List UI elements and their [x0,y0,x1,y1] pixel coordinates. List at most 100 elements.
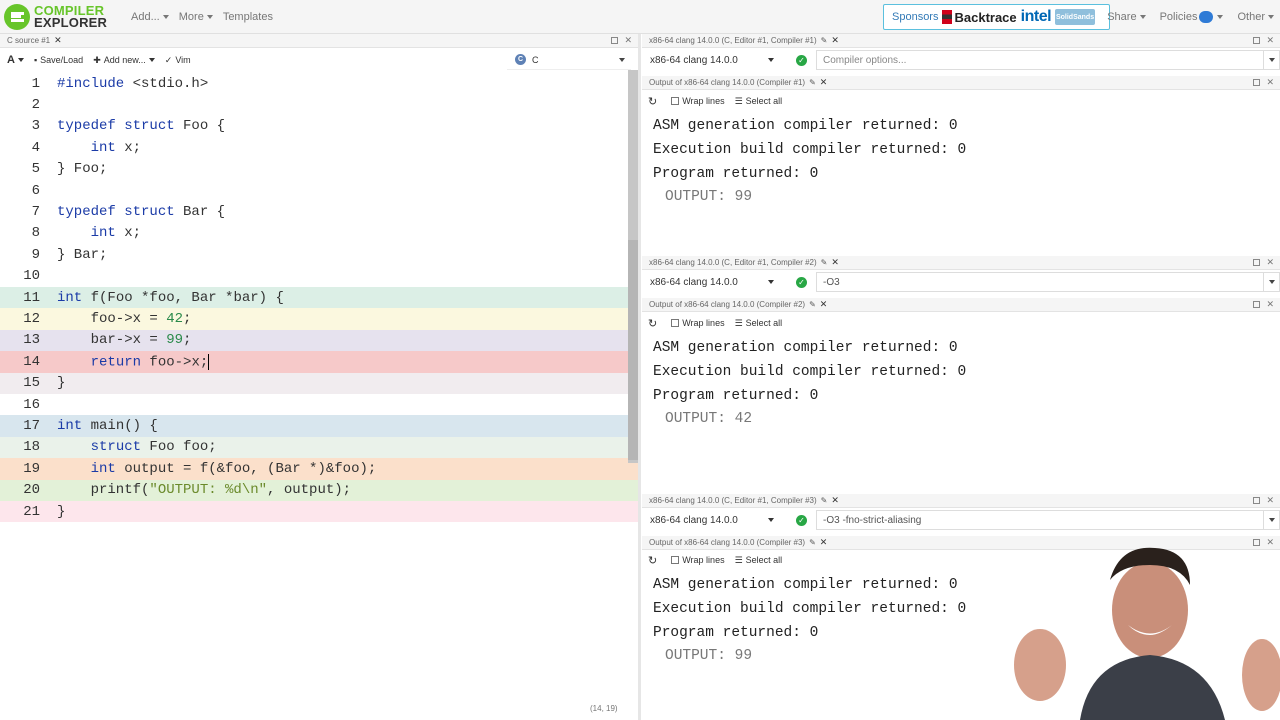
solidsands-logo[interactable]: SolidSands [1055,9,1096,25]
close-icon[interactable]: ✕ [54,35,62,46]
chevron-down-icon [768,58,774,62]
compiler-explorer-logo[interactable]: COMPILER EXPLORER [4,2,122,32]
chevron-down-icon[interactable] [1263,273,1279,291]
compiler-select[interactable]: x86-64 clang 14.0.0 [642,51,782,69]
close-icon[interactable]: ✕ [831,495,839,506]
menu-templates[interactable]: Templates [223,11,273,23]
select-all-icon: ☰ [734,317,743,328]
compiler-options-input[interactable]: Compiler options... [816,50,1280,70]
compiler-options-input[interactable]: -O3 [816,272,1280,292]
output-line: Execution build compiler returned: 0 [653,601,967,617]
edit-icon[interactable]: ✎ [809,78,816,87]
cursor-position: (14, 19) [590,704,618,713]
menu-policies[interactable]: Policies [1160,11,1224,23]
tab-compiler-2[interactable]: x86-64 clang 14.0.0 (C, Editor #1, Compi… [649,257,839,268]
close-icon[interactable]: ✕ [624,35,632,46]
output-line: Execution build compiler returned: 0 [653,364,967,380]
close-icon[interactable]: ✕ [1266,257,1274,268]
close-icon[interactable]: ✕ [1266,77,1274,88]
close-icon[interactable]: ✕ [1266,299,1274,310]
code-line: 16 [23,396,40,413]
program-output: OUTPUT: 99 [665,189,753,205]
sponsors-box[interactable]: Sponsors Backtrace intel SolidSands [883,4,1110,30]
c-language-icon: C [515,54,526,65]
font-size-button[interactable]: A [7,54,24,66]
refresh-icon[interactable]: ↻ [648,95,657,108]
close-icon[interactable]: ✕ [820,299,828,310]
chevron-down-icon [148,58,155,62]
intel-logo[interactable]: intel [1021,8,1052,26]
code-line: 8 int x; [31,225,142,242]
backtrace-icon [942,10,953,24]
close-icon[interactable]: ✕ [1266,35,1274,46]
wrap-lines-checkbox[interactable]: Wrap lines [671,96,725,106]
language-select[interactable]: C C [507,50,631,70]
close-icon[interactable]: ✕ [1266,495,1274,506]
save-icon: ▪ [33,55,38,65]
refresh-icon[interactable]: ↻ [648,317,657,330]
menu-add[interactable]: Add... [131,11,169,23]
code-line: 13 bar->x = 99; [0,329,638,352]
notification-badge-icon [1199,11,1214,23]
tab-output-3[interactable]: Output of x86-64 clang 14.0.0 (Compiler … [649,537,827,548]
compiler-select[interactable]: x86-64 clang 14.0.0 [642,273,782,291]
output-line: Program returned: 0 [653,625,819,641]
vim-toggle[interactable]: ✓ Vim [165,55,191,66]
tab-compiler-3[interactable]: x86-64 clang 14.0.0 (C, Editor #1, Compi… [649,495,839,506]
pane-divider[interactable] [638,34,641,720]
menu-more[interactable]: More [179,11,213,23]
wrap-lines-checkbox[interactable]: Wrap lines [671,555,725,565]
code-line: 3 typedef struct Foo { [31,118,226,135]
code-line: 10 [23,268,40,285]
chevron-down-icon [17,58,24,62]
add-new-button[interactable]: ✚ Add new... [93,55,155,66]
edit-icon[interactable]: ✎ [821,258,828,267]
edit-icon[interactable]: ✎ [821,496,828,505]
backtrace-logo[interactable]: Backtrace [942,10,1017,25]
select-all-button[interactable]: ☰ Select all [735,96,783,107]
select-all-icon: ☰ [734,554,743,565]
tab-output-2[interactable]: Output of x86-64 clang 14.0.0 (Compiler … [649,299,827,310]
save-load-button[interactable]: ▪ Save/Load [34,55,83,65]
output-text: ASM generation compiler returned: 0 Exec… [653,114,966,208]
text-cursor [208,353,210,370]
edit-icon[interactable]: ✎ [809,538,816,547]
tab-compiler-1[interactable]: x86-64 clang 14.0.0 (C, Editor #1, Compi… [649,35,839,46]
tab-c-source[interactable]: C source #1 ✕ [7,35,62,46]
maximize-icon[interactable] [1253,37,1261,44]
menu-share[interactable]: Share [1107,11,1146,23]
check-circle-icon: ✓ [796,514,807,526]
editor-scroll-thumb[interactable] [628,240,638,460]
refresh-icon[interactable]: ↻ [648,554,657,567]
maximize-icon[interactable] [1253,259,1261,266]
maximize-icon[interactable] [1253,497,1261,504]
maximize-icon[interactable] [611,37,619,44]
chevron-down-icon [1217,15,1224,19]
chevron-down-icon [619,58,625,62]
code-editor[interactable]: 1 #include <stdio.h> 2 3 typedef struct Fo… [0,73,638,703]
select-all-button[interactable]: ☰ Select all [735,318,783,329]
close-icon[interactable]: ✕ [820,77,828,88]
compiler-select[interactable]: x86-64 clang 14.0.0 [642,511,782,529]
code-line: 5} Foo; [31,161,108,178]
wrap-lines-checkbox[interactable]: Wrap lines [671,318,725,328]
output-tab-bar: Output of x86-64 clang 14.0.0 (Compiler … [642,76,1280,90]
close-icon[interactable]: ✕ [820,537,828,548]
compiler-bar: x86-64 clang 14.0.0 ✓ Compiler options..… [642,49,1280,71]
code-line: 2 [31,97,40,114]
plus-icon: ✚ [93,54,101,65]
tab-output-1[interactable]: Output of x86-64 clang 14.0.0 (Compiler … [649,77,827,88]
compiler-bar: x86-64 clang 14.0.0 ✓ -O3 -fno-strict-al… [642,509,1280,531]
maximize-icon[interactable] [1253,301,1261,308]
chevron-down-icon[interactable] [1263,51,1279,69]
edit-icon[interactable]: ✎ [821,36,828,45]
menu-other[interactable]: Other [1237,11,1274,23]
code-line: 20 printf("OUTPUT: %d\n", output); [0,479,638,501]
select-all-button[interactable]: ☰ Select all [735,555,783,566]
maximize-icon[interactable] [1253,79,1261,86]
close-icon[interactable]: ✕ [831,257,839,268]
chevron-down-icon[interactable] [1263,511,1279,529]
close-icon[interactable]: ✕ [831,35,839,46]
edit-icon[interactable]: ✎ [809,300,816,309]
compiler-options-input[interactable]: -O3 -fno-strict-aliasing [816,510,1280,530]
